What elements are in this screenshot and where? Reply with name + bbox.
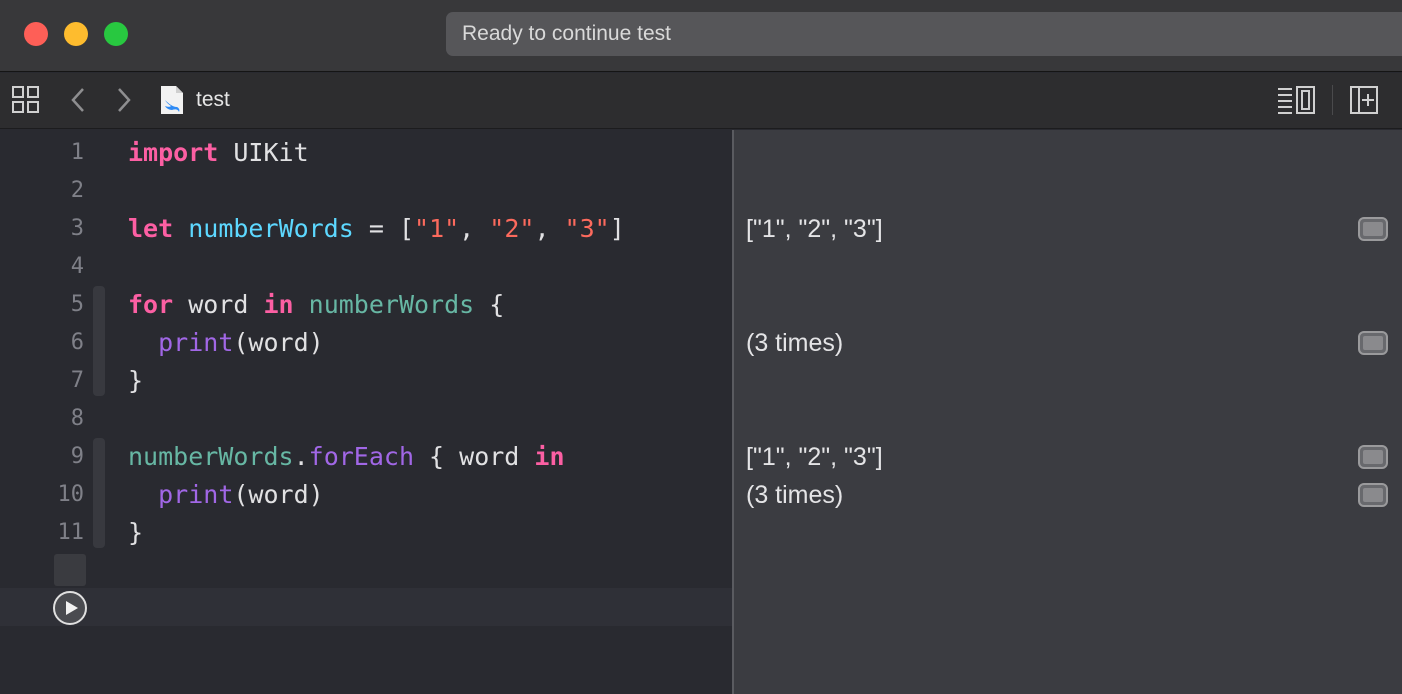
zoom-window-button[interactable] bbox=[104, 22, 128, 46]
code-token: print bbox=[158, 328, 234, 357]
quick-look-icon[interactable] bbox=[1358, 445, 1388, 469]
code-token: (word) bbox=[233, 328, 324, 357]
code-token: . bbox=[293, 442, 309, 471]
forward-chevron-icon[interactable] bbox=[114, 86, 134, 114]
code-token: ] bbox=[609, 214, 625, 243]
code-token: { bbox=[474, 290, 505, 319]
line-number: 9 bbox=[70, 444, 84, 469]
code-token: } bbox=[128, 366, 144, 395]
result-value: (3 times) bbox=[746, 481, 844, 509]
code-token: forEach bbox=[308, 442, 414, 471]
line-number: 1 bbox=[70, 140, 84, 165]
code-token: , bbox=[459, 214, 490, 243]
toolbar-divider bbox=[1332, 85, 1333, 115]
current-line-number-highlight bbox=[54, 554, 86, 586]
line-number: 7 bbox=[70, 368, 84, 393]
current-line-highlight bbox=[0, 588, 732, 626]
code-line[interactable]: print(word) bbox=[128, 324, 324, 362]
play-icon bbox=[66, 601, 78, 615]
code-token: print bbox=[158, 480, 234, 509]
add-editor-icon[interactable] bbox=[1350, 85, 1378, 115]
back-chevron-icon[interactable] bbox=[68, 86, 88, 114]
line-number: 10 bbox=[57, 482, 85, 507]
code-token: for bbox=[128, 290, 174, 319]
code-line[interactable]: } bbox=[128, 514, 143, 552]
code-token: numberWords bbox=[128, 442, 294, 471]
code-editor[interactable]: 123456789101112 import UIKitlet numberWo… bbox=[0, 130, 732, 694]
code-line[interactable]: for word in numberWords { bbox=[128, 286, 504, 324]
swift-file-icon bbox=[161, 86, 183, 114]
result-value: (3 times) bbox=[746, 329, 844, 357]
quick-look-icon[interactable] bbox=[1358, 331, 1388, 355]
line-number: 8 bbox=[70, 406, 84, 431]
window-titlebar: Ready to continue test bbox=[0, 0, 1402, 72]
line-number: 5 bbox=[70, 292, 84, 317]
code-fold-ribbon[interactable] bbox=[93, 438, 105, 548]
code-token: (word) bbox=[233, 480, 324, 509]
code-token: { word bbox=[414, 442, 535, 471]
code-token: "2" bbox=[489, 214, 535, 243]
related-items-icon[interactable] bbox=[12, 86, 40, 114]
code-token: let bbox=[128, 214, 174, 243]
code-line[interactable]: import UIKit bbox=[128, 134, 309, 172]
code-line[interactable]: print(word) bbox=[128, 476, 324, 514]
code-token: "1" bbox=[414, 214, 460, 243]
minimize-window-button[interactable] bbox=[64, 22, 88, 46]
results-sidebar: ["1", "2", "3"] (3 times) ["1", "2", "3"] (… bbox=[732, 130, 1402, 694]
code-token: in bbox=[534, 442, 565, 471]
close-window-button[interactable] bbox=[24, 22, 48, 46]
code-token: numberWords bbox=[188, 214, 354, 243]
code-token: UIKit bbox=[218, 138, 309, 167]
code-token: "3" bbox=[564, 214, 610, 243]
line-number: 4 bbox=[70, 254, 84, 279]
quick-look-icon[interactable] bbox=[1358, 483, 1388, 507]
code-token: import bbox=[128, 138, 219, 167]
run-playground-button[interactable] bbox=[53, 591, 87, 625]
code-token: , bbox=[534, 214, 565, 243]
quick-look-icon[interactable] bbox=[1358, 217, 1388, 241]
line-number: 2 bbox=[70, 178, 84, 203]
code-line[interactable]: numberWords.forEach { word in bbox=[128, 438, 565, 476]
result-value: ["1", "2", "3"] bbox=[746, 443, 883, 471]
inspector-toggle-icon[interactable] bbox=[1276, 85, 1316, 115]
file-name-breadcrumb[interactable]: test bbox=[196, 87, 230, 113]
activity-status-bar: Ready to continue test bbox=[446, 12, 1402, 56]
line-number: 6 bbox=[70, 330, 84, 355]
code-line[interactable]: } bbox=[128, 362, 143, 400]
code-token: = [ bbox=[353, 214, 415, 243]
code-token: } bbox=[128, 518, 144, 547]
line-number: 11 bbox=[57, 520, 85, 545]
code-line[interactable]: let numberWords = ["1", "2", "3"] bbox=[128, 210, 625, 248]
code-token: numberWords bbox=[308, 290, 475, 319]
jump-bar: test bbox=[0, 73, 1402, 129]
code-token: in bbox=[263, 290, 294, 319]
line-number: 3 bbox=[70, 216, 84, 241]
result-value: ["1", "2", "3"] bbox=[746, 215, 883, 243]
code-fold-ribbon[interactable] bbox=[93, 286, 105, 396]
code-token: word bbox=[173, 290, 264, 319]
